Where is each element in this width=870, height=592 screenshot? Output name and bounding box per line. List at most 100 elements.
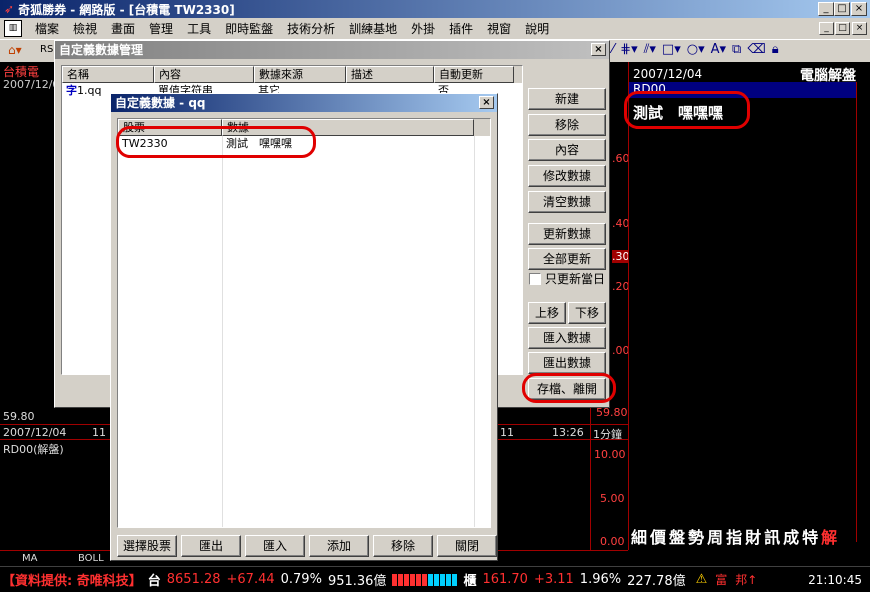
move-down-button[interactable]: 下移 bbox=[568, 302, 606, 324]
broker-label-1[interactable]: 富 bbox=[715, 571, 727, 588]
panel-tab-volume[interactable]: 成 bbox=[783, 524, 799, 548]
highlight-data-row bbox=[116, 126, 316, 158]
remove-row-button[interactable]: 移除 bbox=[373, 535, 433, 557]
axis-label: .60 bbox=[612, 152, 630, 165]
rectangle-tool-icon[interactable]: □▾ bbox=[662, 42, 681, 57]
highlight-panel-content bbox=[624, 91, 750, 129]
panel-date: 2007/12/04 bbox=[633, 67, 703, 81]
menu-plugins-ext[interactable]: 外掛 bbox=[404, 20, 442, 37]
menu-plugins[interactable]: 插件 bbox=[442, 20, 480, 37]
export-button[interactable]: 匯出 bbox=[181, 535, 241, 557]
lock-icon[interactable]: 🔒︎ bbox=[772, 42, 779, 57]
panel-tab-detail[interactable]: 細 bbox=[631, 524, 647, 548]
document-icon[interactable]: ▥ bbox=[4, 20, 22, 37]
toolbar-stub[interactable]: RS bbox=[40, 44, 53, 55]
manager-close-button[interactable]: × bbox=[591, 43, 606, 56]
fan-tool-icon[interactable]: ⋕▾ bbox=[620, 42, 637, 57]
chart-time-2: 11 bbox=[500, 426, 514, 439]
column-separator bbox=[474, 136, 475, 527]
chart-time-3: 13:26 bbox=[552, 426, 584, 439]
twse-label: 台 bbox=[147, 574, 161, 589]
col-auto[interactable]: 自動更新 bbox=[434, 66, 514, 83]
panel-tab-special[interactable]: 特 bbox=[802, 524, 818, 548]
edit-data-button[interactable]: 修改數據 bbox=[528, 165, 606, 187]
alert-icon[interactable]: ⚠ bbox=[696, 572, 708, 587]
panel-tab-analysis[interactable]: 解 bbox=[821, 524, 837, 548]
add-button[interactable]: 添加 bbox=[309, 535, 369, 557]
window-titlebar: ➶ 奇狐勝券 - 網路版 - [台積電 TW2330] bbox=[0, 0, 870, 18]
menu-technical[interactable]: 技術分析 bbox=[280, 20, 342, 37]
col-source[interactable]: 數據來源 bbox=[254, 66, 346, 83]
panel-tab-finance[interactable]: 財 bbox=[745, 524, 761, 548]
line-tool-icon[interactable]: ⁄ bbox=[612, 42, 614, 57]
maximize-button[interactable]: □ bbox=[834, 2, 850, 16]
panel-scrollbar[interactable] bbox=[856, 82, 870, 542]
move-up-button[interactable]: 上移 bbox=[528, 302, 566, 324]
import-data-button[interactable]: 匯入數據 bbox=[528, 327, 606, 349]
broker-label-2[interactable]: 邦↑ bbox=[735, 571, 757, 588]
eraser-icon[interactable]: ⌫ bbox=[747, 42, 765, 57]
today-only-checkbox[interactable]: 只更新當日 bbox=[529, 270, 605, 287]
home-icon[interactable]: ⌂▾ bbox=[8, 43, 22, 57]
axis-label: .30 bbox=[612, 250, 630, 263]
col-content[interactable]: 內容 bbox=[154, 66, 254, 83]
menu-view[interactable]: 檢視 bbox=[66, 20, 104, 37]
col-name[interactable]: 名稱 bbox=[62, 66, 154, 83]
twse-pct: 0.79% bbox=[280, 572, 322, 587]
axis-label-lower: 10.00 bbox=[594, 448, 626, 461]
close-dialog-button[interactable]: 關閉 bbox=[437, 535, 497, 557]
update-all-button[interactable]: 全部更新 bbox=[528, 248, 606, 270]
menu-help[interactable]: 說明 bbox=[518, 20, 556, 37]
chart-date-bottom: 2007/12/04 bbox=[3, 426, 67, 439]
menu-screen[interactable]: 畫面 bbox=[104, 20, 142, 37]
panel-tab-index[interactable]: 指 bbox=[726, 524, 742, 548]
menu-manage[interactable]: 管理 bbox=[142, 20, 180, 37]
column-separator bbox=[222, 136, 223, 527]
text-tool-icon[interactable]: A▾ bbox=[711, 42, 726, 57]
menu-tools[interactable]: 工具 bbox=[180, 20, 218, 37]
mdi-close-button[interactable]: × bbox=[852, 22, 867, 35]
tab-ma[interactable]: MA bbox=[22, 553, 37, 564]
custom-data-editor-dialog: 自定義數據 - qq × 股票 數據 TW2330 測試 嘿嘿嘿 選擇股票 匯出… bbox=[110, 93, 498, 561]
axis-label-lower: 0.00 bbox=[600, 535, 625, 548]
editor-close-button[interactable]: × bbox=[479, 96, 494, 109]
chart-time-1: 11 bbox=[92, 426, 106, 439]
panel-tab-trend[interactable]: 勢 bbox=[688, 524, 704, 548]
ellipse-tool-icon[interactable]: ○▾ bbox=[687, 42, 705, 57]
menu-file[interactable]: 檔案 bbox=[28, 20, 66, 37]
new-button[interactable]: 新建 bbox=[528, 88, 606, 110]
menu-monitor[interactable]: 即時監盤 bbox=[218, 20, 280, 37]
chart-period[interactable]: 1分鐘 bbox=[593, 426, 622, 442]
menu-training[interactable]: 訓練基地 bbox=[342, 20, 404, 37]
import-button[interactable]: 匯入 bbox=[245, 535, 305, 557]
minimize-button[interactable]: _ bbox=[818, 2, 834, 16]
export-data-button[interactable]: 匯出數據 bbox=[528, 352, 606, 374]
volume-bars bbox=[392, 573, 458, 586]
checkbox-box[interactable] bbox=[529, 272, 541, 285]
update-data-button[interactable]: 更新數據 bbox=[528, 223, 606, 245]
parallel-tool-icon[interactable]: ⫽▾ bbox=[644, 42, 656, 57]
mdi-restore-button[interactable]: □ bbox=[835, 22, 850, 35]
panel-tab-news[interactable]: 訊 bbox=[764, 524, 780, 548]
analysis-panel: 2007/12/04 電腦解盤 RD00 測試 嘿嘿嘿 細 價 盤 勢 周 指 … bbox=[628, 62, 870, 550]
tab-boll[interactable]: BOLL bbox=[78, 553, 104, 564]
close-button[interactable]: × bbox=[851, 2, 867, 16]
content-button[interactable]: 內容 bbox=[528, 139, 606, 161]
panel-tab-board[interactable]: 盤 bbox=[669, 524, 685, 548]
stock-data-list[interactable]: 股票 數據 TW2330 測試 嘿嘿嘿 bbox=[117, 118, 491, 528]
chart-price-left: 59.80 bbox=[3, 410, 35, 423]
clear-data-button[interactable]: 清空數據 bbox=[528, 191, 606, 213]
panel-tab-week[interactable]: 周 bbox=[707, 524, 723, 548]
copy-icon[interactable]: ⧉ bbox=[732, 42, 741, 57]
select-stock-button[interactable]: 選擇股票 bbox=[117, 535, 177, 557]
indicator-label: RD00(解盤) bbox=[3, 443, 64, 456]
remove-button[interactable]: 移除 bbox=[528, 114, 606, 136]
otc-label: 櫃 bbox=[463, 574, 477, 589]
mdi-minimize-button[interactable]: _ bbox=[819, 22, 834, 35]
list-header: 名稱 內容 數據來源 描述 自動更新 bbox=[62, 66, 522, 83]
twse-change: +67.44 bbox=[226, 572, 275, 587]
col-desc[interactable]: 描述 bbox=[346, 66, 434, 83]
menu-window[interactable]: 視窗 bbox=[480, 20, 518, 37]
panel-tab-price[interactable]: 價 bbox=[650, 524, 666, 548]
otc-change: +3.11 bbox=[533, 572, 574, 587]
